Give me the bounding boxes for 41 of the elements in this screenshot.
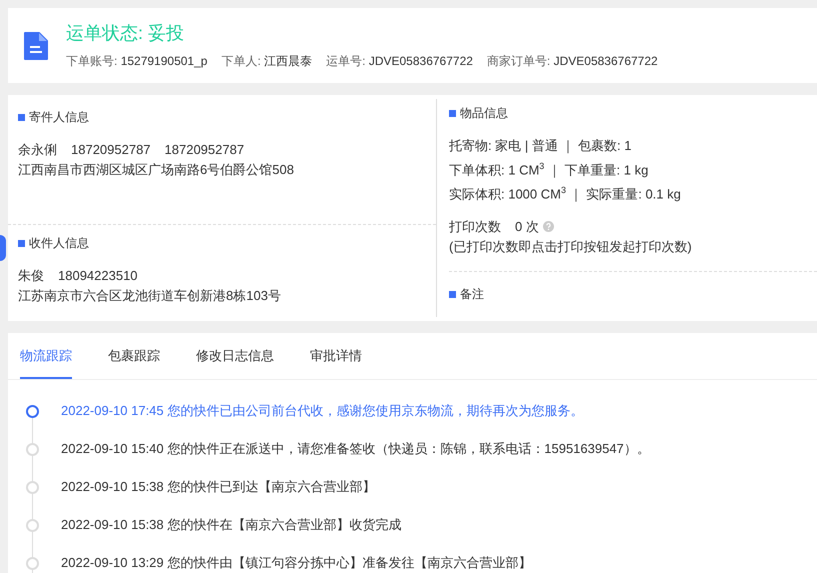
meta-value: 江西晨泰	[264, 54, 312, 68]
meta-value: 15279190501_p	[120, 54, 208, 68]
document-icon	[22, 30, 50, 60]
print-count: 0 次	[515, 218, 539, 234]
phone-number: 18094223510	[58, 268, 138, 283]
goods-detail: 托寄物: 家电 | 普通 ｜ 包裹数: 1	[449, 137, 633, 156]
meta-label: 商家订单号:	[486, 54, 550, 68]
section-marker-icon	[449, 290, 456, 298]
timeline-entry: 2022-09-10 15:38 您的快件已到达【南京六合营业部】	[61, 478, 376, 496]
contact-name: 余永俐	[18, 142, 57, 157]
section-marker-icon	[18, 240, 25, 247]
meta-label: 运单号:	[326, 54, 366, 68]
address-text: 江西南昌市西湖区城区广场南路6号伯爵公馆508	[18, 162, 294, 177]
section-title: 收件人信息	[29, 235, 89, 252]
meta-value: JDVE05836767722	[368, 54, 473, 68]
print-note: (已打印次数即点击打印按钮发起打印次数)	[449, 238, 693, 256]
side-handle-icon[interactable]	[0, 235, 6, 261]
tab[interactable]: 物流跟踪	[20, 333, 72, 379]
phone-number: 18720952787	[71, 142, 151, 157]
section-title: 备注	[460, 286, 484, 303]
timeline-entry: 2022-09-10 15:38 您的快件在【南京六合营业部】收货完成	[61, 516, 402, 534]
tab[interactable]: 审批详情	[310, 333, 362, 379]
goods-detail: 实际体积: 1000 CM$^{3}$ ｜ 实际重量: 0.1 kg	[449, 184, 682, 204]
tab[interactable]: 包裹跟踪	[108, 333, 160, 379]
print-label: 打印次数	[449, 218, 501, 234]
timeline-entry: 2022-09-10 17:45 您的快件已由公司前台代收，感谢您使用京东物流，期待再次为您服务。	[61, 402, 584, 420]
timeline-entry: 2022-09-10 13:29 您的快件由【镇江句容分拣中心】准备发往【南京六合营业部】	[61, 554, 532, 572]
section-title: 寄件人信息	[29, 109, 89, 126]
phone-number: 18720952787	[164, 142, 244, 157]
section-title: 物品信息	[460, 105, 508, 122]
meta-label: 下单人:	[221, 54, 261, 68]
section-marker-icon	[18, 114, 25, 121]
contact-name: 朱俊	[18, 268, 44, 283]
meta-label: 下单账号:	[66, 54, 118, 68]
address-text: 江苏南京市六合区龙池街道车创新港8栋103号	[18, 288, 281, 303]
timeline-entry: 2022-09-10 15:40 您的快件正在派送中，请您准备签收（快递员：陈锦，联系电话：15951639547）。	[61, 440, 650, 458]
section-marker-icon	[449, 110, 456, 117]
tab[interactable]: 修改日志信息	[196, 333, 274, 379]
meta-value: JDVE05836767722	[554, 54, 658, 68]
status-title: 运单状态: 妥投	[66, 22, 186, 45]
goods-detail: 下单体积: 1 CM$^{3}$ ｜ 下单重量: 1 kg	[449, 160, 650, 180]
